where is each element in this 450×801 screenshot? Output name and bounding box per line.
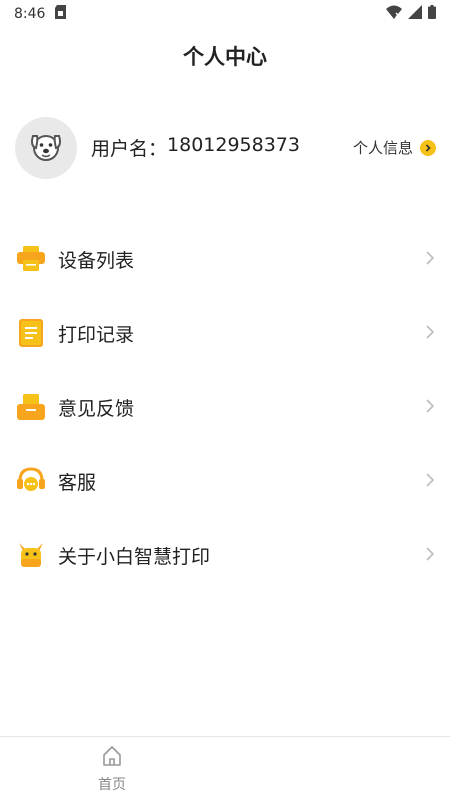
printer-icon — [16, 244, 46, 274]
chevron-right-icon — [426, 250, 435, 269]
menu-item-label: 意见反馈 — [58, 397, 135, 420]
menu-item-print-records[interactable]: 打印记录 — [0, 296, 450, 370]
menu-item-label: 关于小白智慧打印 — [58, 545, 211, 568]
chevron-right-circle-icon — [420, 139, 436, 156]
chevron-right-icon — [426, 324, 435, 343]
menu-item-label: 打印记录 — [58, 323, 135, 346]
tab-home-label: 首页 — [98, 776, 126, 793]
feedback-box-icon — [16, 392, 46, 422]
page-title: 个人中心 — [183, 45, 267, 69]
personal-info-label: 个人信息 — [352, 139, 413, 157]
menu-item-label: 客服 — [58, 471, 97, 494]
username-label: 用户名： — [91, 138, 168, 160]
home-icon — [101, 745, 123, 771]
chevron-right-icon — [426, 398, 435, 417]
menu-item-about[interactable]: 关于小白智慧打印 — [0, 518, 450, 592]
status-left: 8:46 — [14, 5, 67, 23]
menu-list: 设备列表 打印记录 意见反馈 客服 关于小白智慧打印 — [0, 222, 450, 592]
chevron-right-icon — [426, 546, 435, 565]
menu-item-customer-service[interactable]: 客服 — [0, 444, 450, 518]
bottom-tab-bar: 首页 — [0, 736, 450, 801]
username-value: 18012958373 — [167, 134, 300, 156]
avatar[interactable] — [15, 116, 77, 179]
status-bar: 8:46 — [0, 0, 450, 28]
battery-icon — [428, 5, 436, 23]
dog-avatar-icon — [26, 126, 66, 170]
username: 用户名： 18012958373 — [91, 134, 300, 161]
sim-card-icon — [55, 5, 67, 23]
status-right — [386, 5, 436, 23]
menu-item-device-list[interactable]: 设备列表 — [0, 222, 450, 296]
document-icon — [16, 318, 46, 348]
signal-icon — [408, 5, 422, 23]
menu-item-feedback[interactable]: 意见反馈 — [0, 370, 450, 444]
chevron-right-icon — [426, 472, 435, 491]
tab-home[interactable]: 首页 — [80, 737, 144, 801]
personal-info-link[interactable]: 个人信息 — [353, 137, 436, 158]
mascot-icon — [16, 540, 46, 570]
status-time: 8:46 — [14, 6, 46, 22]
wifi-icon — [386, 5, 402, 23]
menu-item-label: 设备列表 — [58, 249, 135, 272]
profile-section: 用户名： 18012958373 个人信息 — [0, 110, 450, 185]
headset-icon — [16, 466, 46, 496]
